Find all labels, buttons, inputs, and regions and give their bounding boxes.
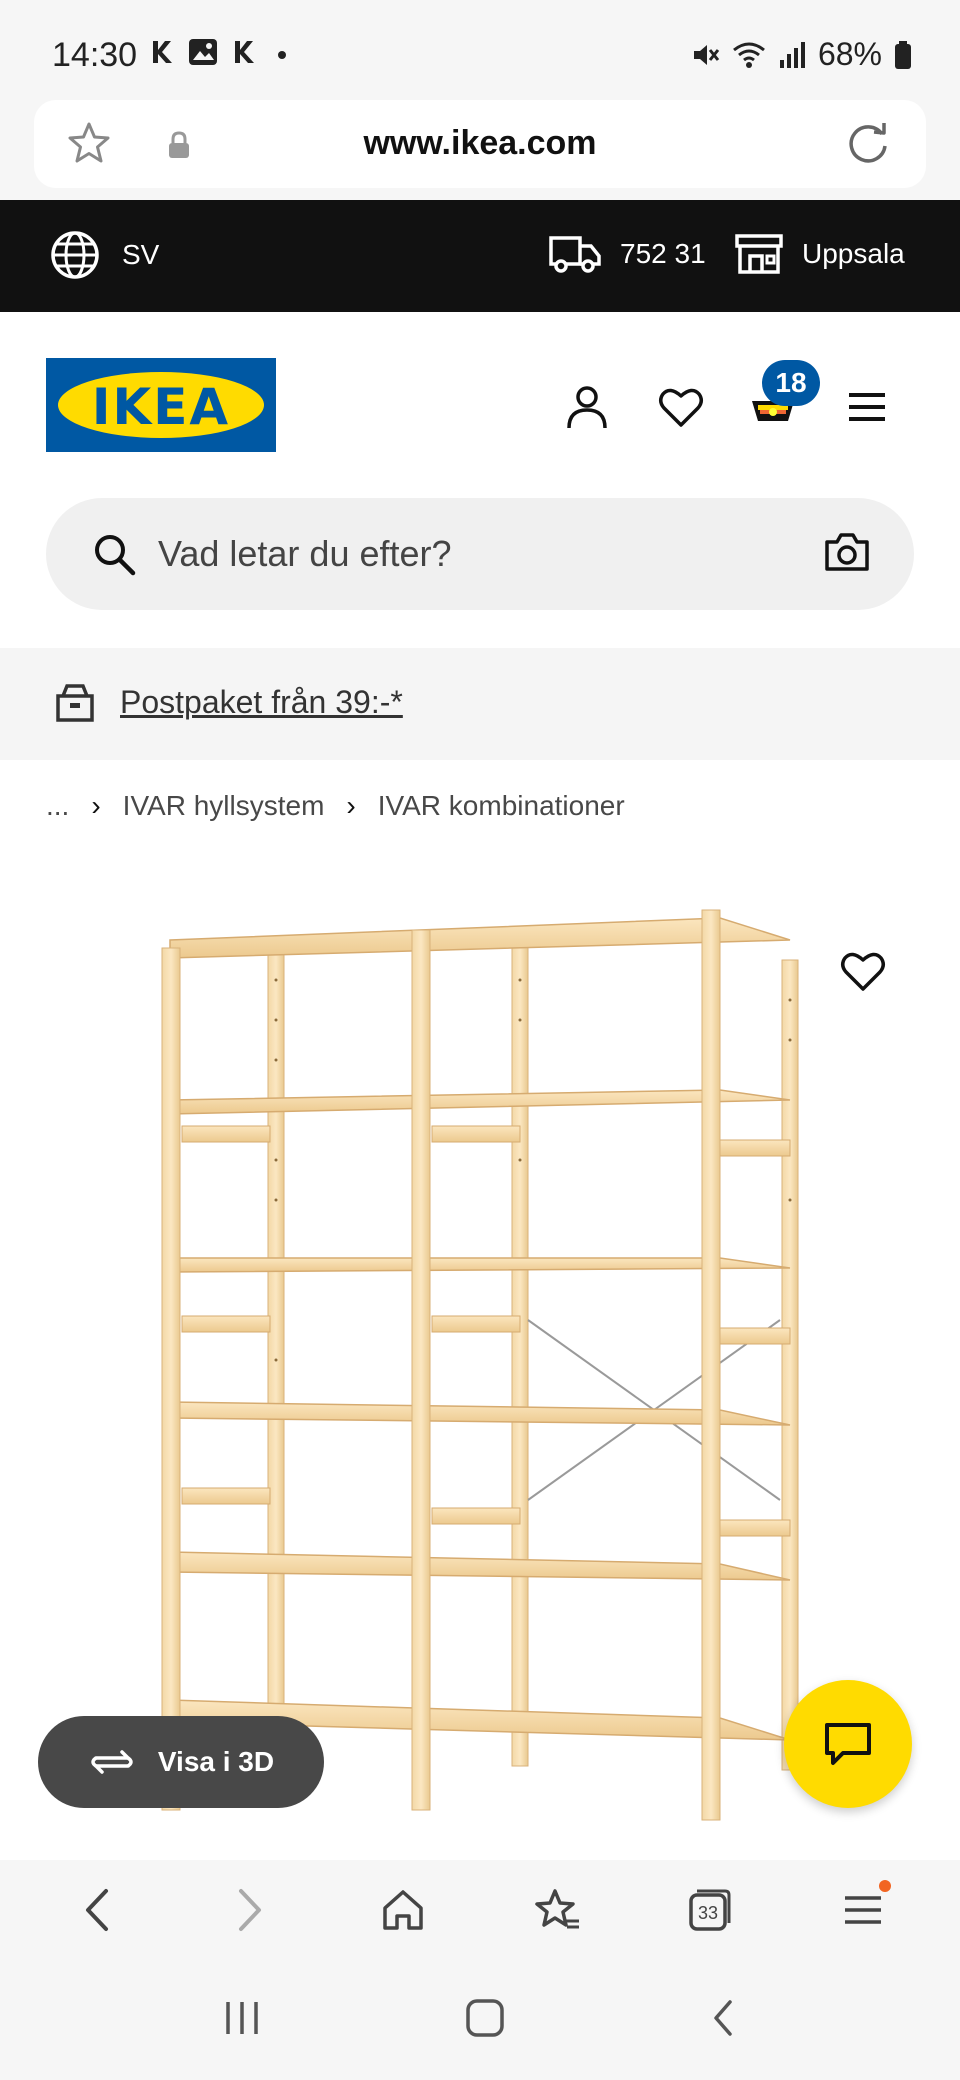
status-bar: 14:30 68% — [0, 0, 960, 100]
language-label: SV — [122, 239, 160, 270]
battery-percent: 68% — [817, 36, 882, 72]
breadcrumb-item-ivar-combinations[interactable]: IVAR kombinationer — [378, 790, 625, 822]
browser-toolbar: 33 — [0, 1860, 960, 1960]
mute-icon — [693, 44, 720, 65]
promo-banner: Postpaket från 39:-* — [0, 648, 960, 760]
store-label: Uppsala — [802, 238, 905, 269]
dot-icon — [278, 51, 286, 59]
chat-button[interactable] — [784, 1680, 912, 1808]
parcel-box-icon — [54, 682, 96, 729]
camera-search-icon[interactable] — [824, 532, 870, 577]
browser-back-icon[interactable] — [57, 1870, 137, 1950]
browser-menu-icon[interactable] — [823, 1870, 903, 1950]
system-navigation-bar — [0, 1960, 960, 2080]
ikea-logo[interactable]: IKEA — [46, 358, 276, 452]
k-app-icon — [153, 41, 172, 63]
top-ribbon: SV 752 31 Uppsala — [0, 200, 960, 312]
postcode-label: 752 31 — [620, 238, 706, 269]
store-selector[interactable]: Uppsala — [734, 232, 905, 276]
store-icon — [735, 234, 783, 274]
url-bar[interactable]: www.ikea.com — [34, 100, 926, 188]
globe-icon — [51, 231, 99, 279]
reload-icon[interactable] — [844, 118, 892, 173]
browser-forward-icon[interactable] — [210, 1870, 290, 1950]
search-input[interactable] — [158, 524, 718, 584]
system-back-icon[interactable] — [708, 1998, 738, 2043]
notification-icons — [150, 38, 290, 66]
status-time: 14:30 — [52, 36, 138, 74]
view-in-3d-label: Visa i 3D — [157, 1746, 275, 1777]
language-selector[interactable]: SV — [50, 230, 159, 280]
breadcrumb: ... › IVAR hyllsystem › IVAR kombination… — [46, 790, 625, 822]
search-icon[interactable] — [92, 532, 136, 581]
url-text[interactable]: www.ikea.com — [34, 124, 926, 163]
rotate-3d-icon — [91, 1750, 133, 1774]
wifi-icon — [733, 42, 765, 68]
breadcrumb-item-more[interactable]: ... — [46, 790, 69, 822]
hamburger-menu-icon[interactable] — [842, 382, 892, 432]
tabs-count: 33 — [698, 1903, 718, 1923]
truck-icon — [549, 236, 601, 273]
chevron-right-icon: › — [346, 790, 356, 821]
recent-apps-icon[interactable] — [222, 2000, 262, 2041]
chat-bubble-icon — [825, 1723, 871, 1765]
browser-tabs-icon[interactable]: 33 — [670, 1870, 750, 1950]
cart-count-badge: 18 — [762, 360, 820, 406]
promo-link[interactable]: Postpaket från 39:-* — [120, 684, 403, 721]
browser-bookmarks-icon[interactable] — [517, 1870, 597, 1950]
k-app-icon — [235, 41, 254, 63]
browser-home-icon[interactable] — [363, 1870, 443, 1950]
battery-icon — [895, 40, 911, 69]
chevron-right-icon: › — [91, 790, 101, 821]
logo-text: IKEA — [91, 378, 231, 436]
system-icons: 68% — [690, 36, 912, 73]
delivery-postcode[interactable]: 752 31 — [548, 232, 706, 276]
gallery-icon — [189, 39, 217, 65]
view-in-3d-button[interactable]: Visa i 3D — [38, 1716, 324, 1808]
notification-dot-icon — [879, 1880, 892, 1892]
search-bar — [46, 498, 914, 610]
product-image-ivar-shelving — [161, 909, 799, 1821]
account-icon[interactable] — [562, 382, 612, 432]
product-favorite-heart-icon[interactable] — [840, 950, 886, 997]
breadcrumb-item-ivar-shelving[interactable]: IVAR hyllsystem — [123, 790, 325, 822]
wishlist-heart-icon[interactable] — [656, 382, 706, 432]
signal-icon — [779, 41, 805, 68]
system-home-icon[interactable] — [465, 1998, 505, 2043]
